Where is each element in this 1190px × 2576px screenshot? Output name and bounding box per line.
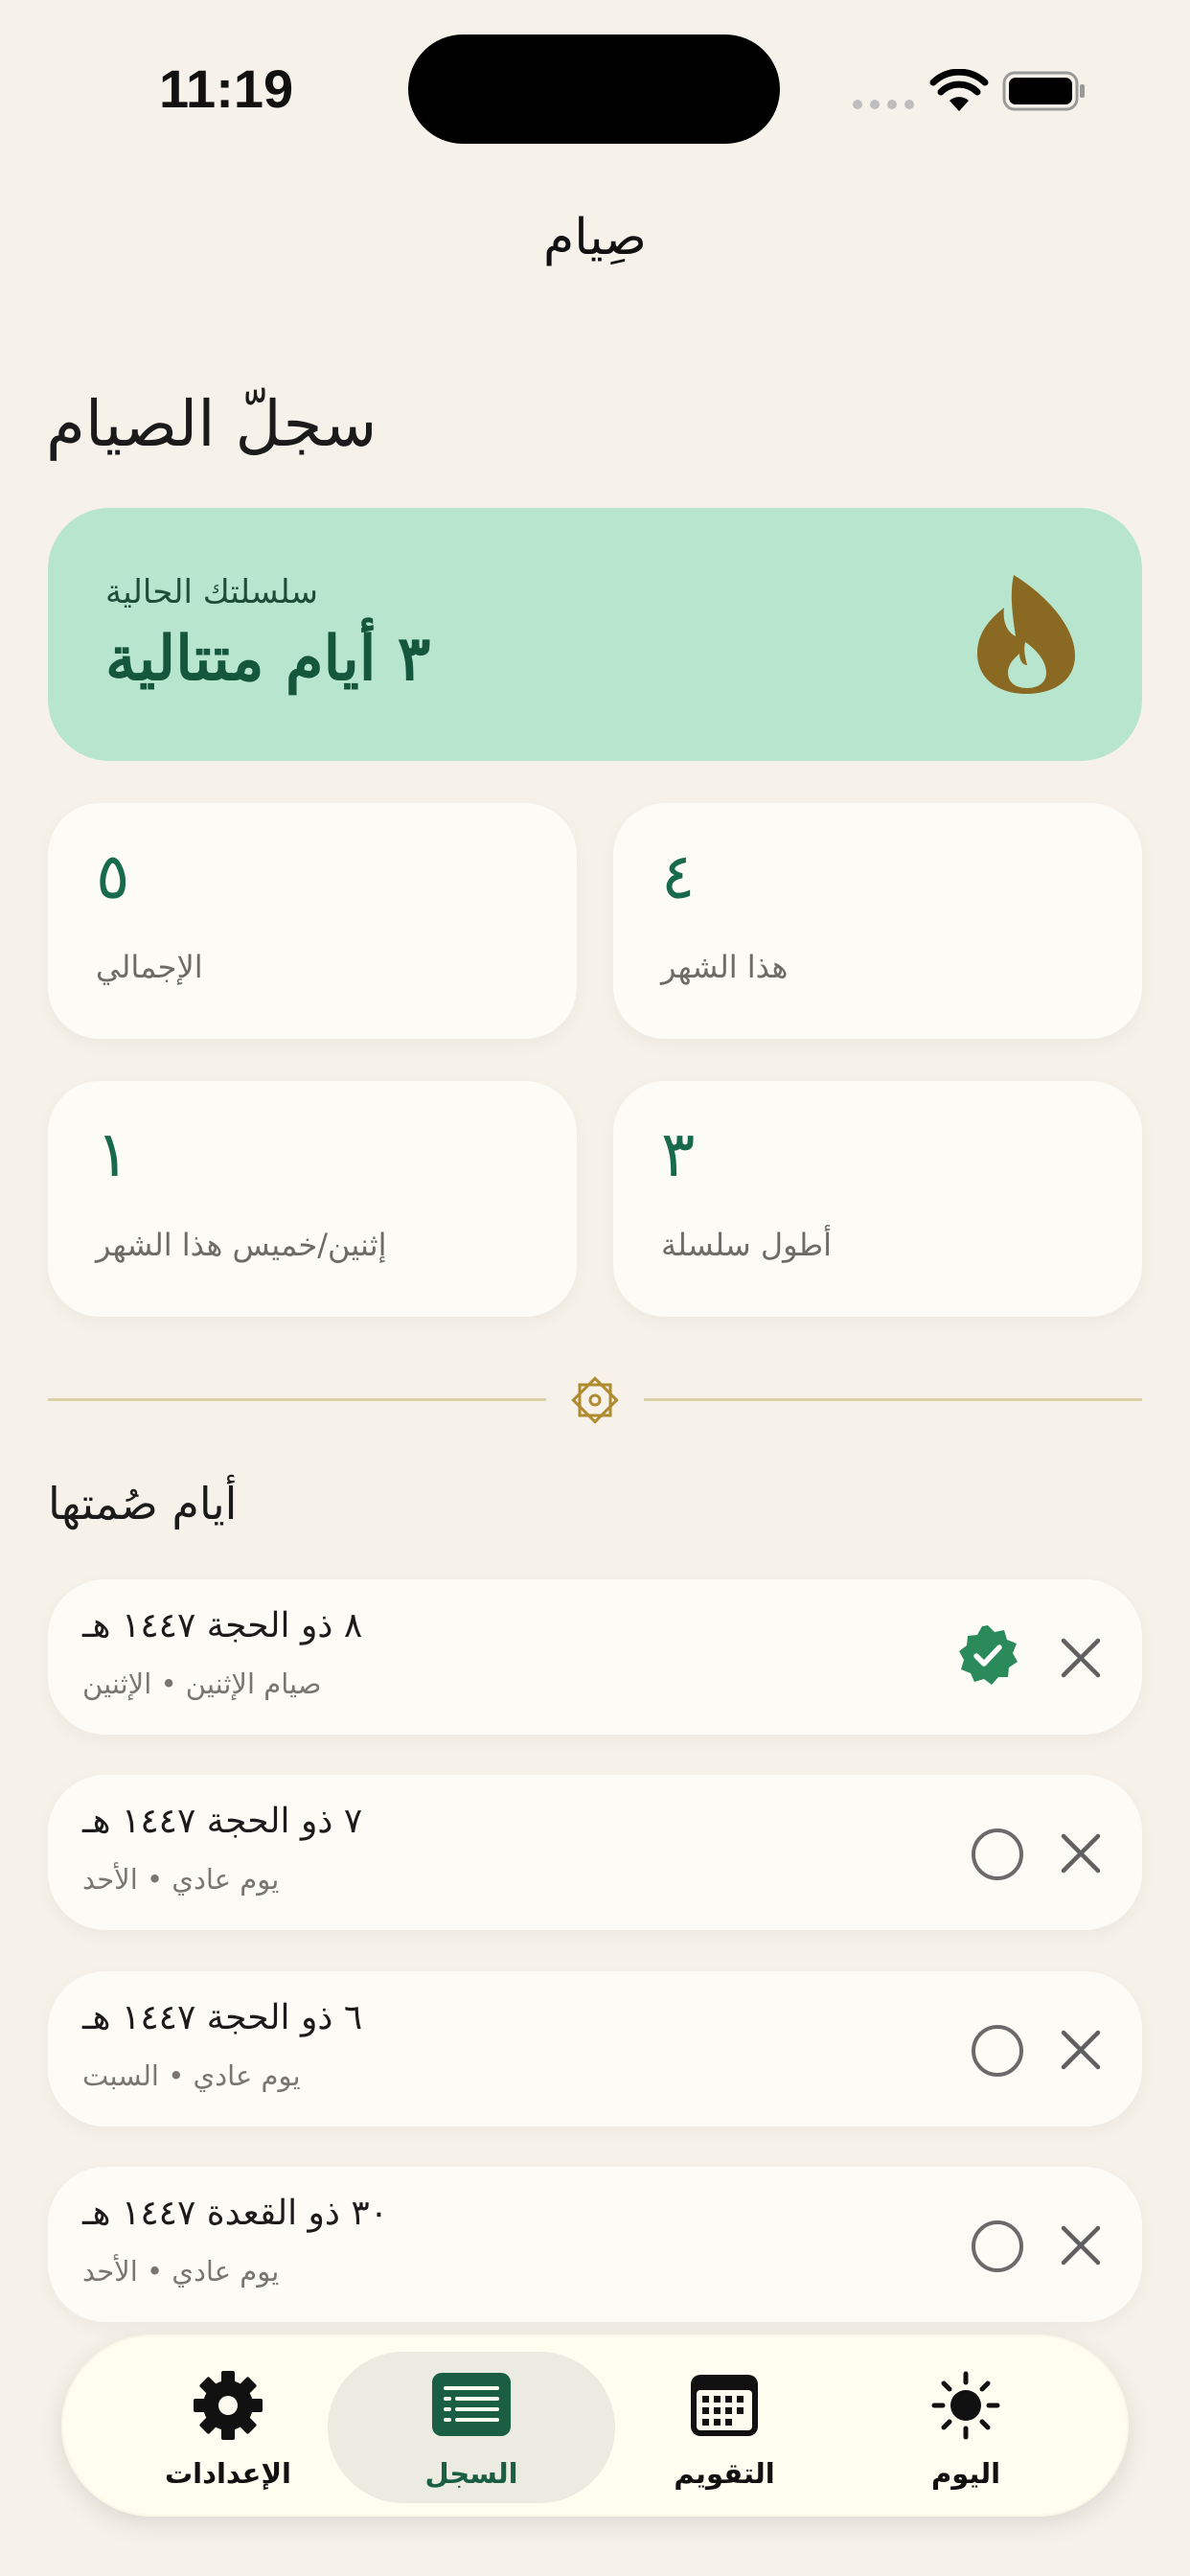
stat-value: ٤: [661, 840, 696, 913]
stat-value: ٣: [661, 1117, 696, 1191]
streak-label: سلسلتك الحالية: [105, 573, 319, 611]
stat-card-total: ٥ الإجمالي: [48, 803, 577, 1039]
stat-label: الإجمالي: [96, 949, 203, 985]
remove-x-icon[interactable]: [1058, 1635, 1104, 1681]
battery-icon: [1002, 71, 1085, 111]
tab-label: التقويم: [674, 2457, 775, 2490]
log-date: ٨ ذو الحجة ١٤٤٧ هـ: [82, 1606, 363, 1645]
remove-x-icon[interactable]: [1058, 1830, 1104, 1876]
fast-log-row: ٦ ذو الحجة ١٤٤٧ هـ يوم عادي • السبت: [48, 1971, 1142, 2127]
flame-icon: [977, 575, 1075, 694]
log-subtitle: يوم عادي • الأحد: [82, 1863, 280, 1896]
fasted-days-heading: أيام صُمتها: [48, 1478, 238, 1530]
status-time: 11:19: [159, 58, 294, 119]
fast-log-row: ٣٠ ذو القعدة ١٤٤٧ هـ يوم عادي • الأحد: [48, 2167, 1142, 2322]
app-title: صِيام: [543, 209, 647, 266]
tab-bar: اليوم التقويم السجل الإعدادات: [61, 2334, 1129, 2517]
empty-circle-icon[interactable]: [972, 1828, 1023, 1880]
stat-value: ٥: [96, 840, 130, 913]
fast-log-row: ٧ ذو الحجة ١٤٤٧ هـ يوم عادي • الأحد: [48, 1775, 1142, 1930]
gear-icon: [194, 2371, 263, 2440]
log-subtitle: يوم عادي • الأحد: [82, 2255, 280, 2288]
divider-line-right: [644, 1398, 1142, 1401]
stat-label: إثنين/خميس هذا الشهر: [96, 1227, 387, 1263]
check-badge-icon[interactable]: [956, 1623, 1019, 1687]
star-ornament-icon: [571, 1376, 619, 1424]
empty-circle-icon[interactable]: [972, 2220, 1023, 2272]
empty-circle-icon[interactable]: [972, 2025, 1023, 2077]
page-heading: سجلّ الصيام: [46, 387, 378, 461]
dynamic-island: [408, 34, 780, 144]
stat-card-mon-thu: ١ إثنين/خميس هذا الشهر: [48, 1081, 577, 1317]
stat-card-longest-streak: ٣ أطول سلسلة: [613, 1081, 1142, 1317]
divider-line-left: [48, 1398, 546, 1401]
log-subtitle: صيام الإثنين • الإثنين: [82, 1668, 322, 1700]
stat-label: هذا الشهر: [661, 949, 789, 985]
log-subtitle: يوم عادي • السبت: [82, 2059, 301, 2092]
log-date: ٣٠ ذو القعدة ١٤٤٧ هـ: [82, 2194, 389, 2233]
remove-x-icon[interactable]: [1058, 2222, 1104, 2268]
stat-value: ١: [96, 1117, 130, 1191]
tab-label: الإعدادات: [164, 2457, 291, 2490]
sun-icon: [931, 2371, 1000, 2440]
tab-settings[interactable]: الإعدادات: [84, 2352, 372, 2503]
cellular-signal-icon: [853, 100, 914, 109]
tab-calendar[interactable]: التقويم: [581, 2352, 868, 2503]
stat-label: أطول سلسلة: [661, 1227, 833, 1263]
calendar-icon: [691, 2375, 758, 2436]
fast-log-row: ٨ ذو الحجة ١٤٤٧ هـ صيام الإثنين • الإثني…: [48, 1579, 1142, 1735]
log-list-icon: [432, 2373, 511, 2436]
wifi-icon: [929, 69, 989, 111]
log-date: ٦ ذو الحجة ١٤٤٧ هـ: [82, 1998, 363, 2037]
streak-value: ٣ أيام متتالية: [105, 623, 431, 695]
remove-x-icon[interactable]: [1058, 2027, 1104, 2073]
stat-card-this-month: ٤ هذا الشهر: [613, 803, 1142, 1039]
log-date: ٧ ذو الحجة ١٤٤٧ هـ: [82, 1802, 363, 1841]
